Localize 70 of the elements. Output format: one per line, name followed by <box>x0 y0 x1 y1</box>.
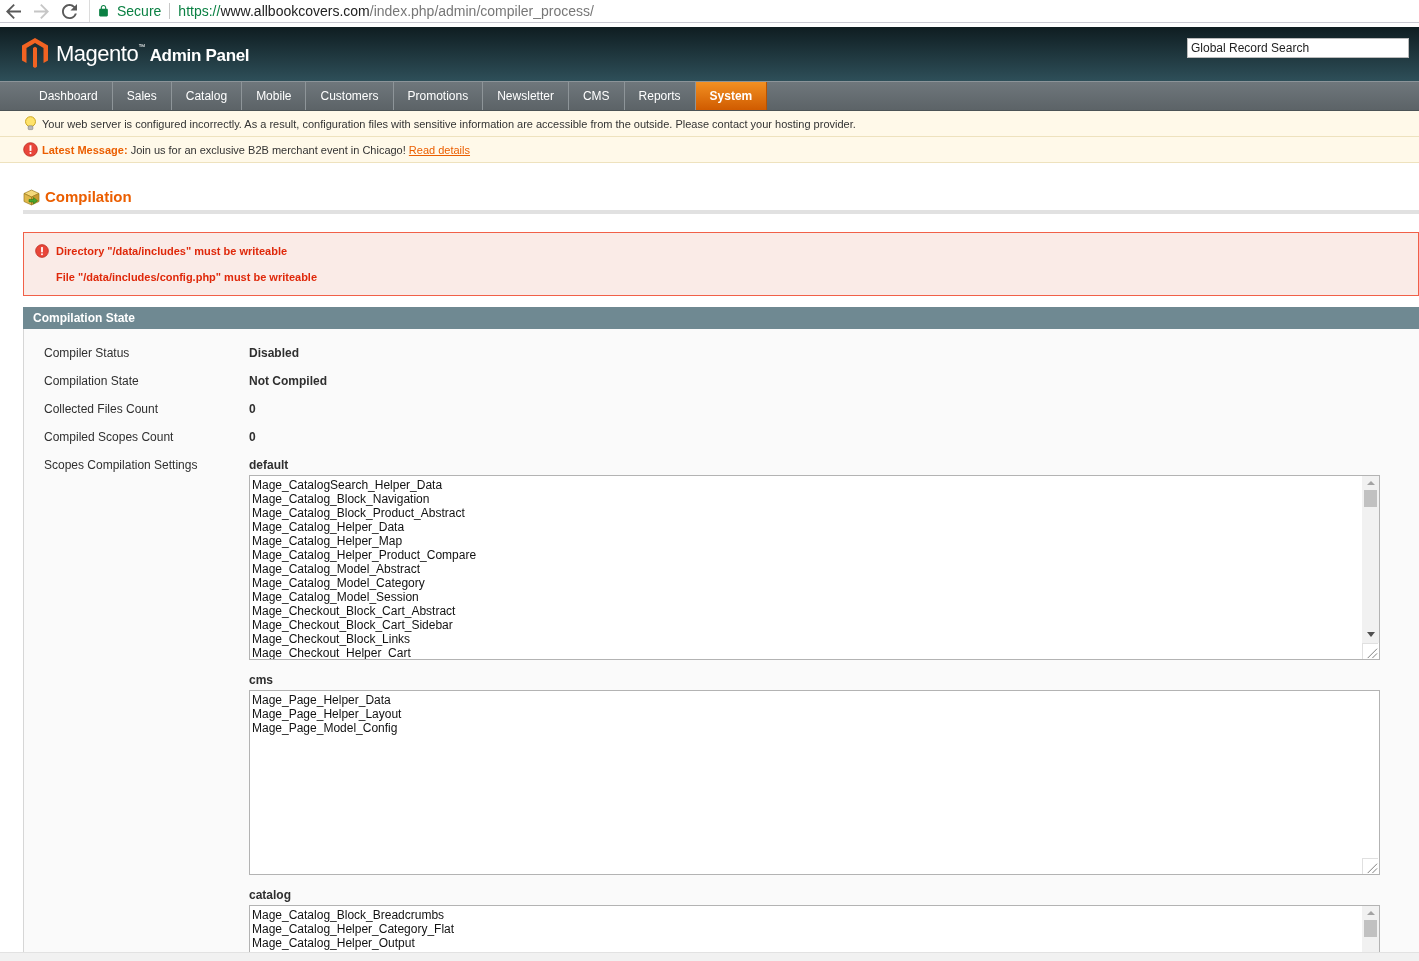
logo-subtitle: Admin Panel <box>149 45 250 66</box>
scrollbar[interactable] <box>1362 906 1379 952</box>
read-details-link[interactable]: Read details <box>408 143 470 156</box>
text-line: Mage_Page_Helper_Layout <box>252 707 402 721</box>
nav-tab[interactable]: Catalog <box>171 82 243 110</box>
nav-tab[interactable]: Reports <box>624 82 696 110</box>
lock-icon <box>99 5 108 17</box>
hexagon-logo-icon[interactable] <box>22 38 48 68</box>
nav-tab[interactable]: Sales <box>112 82 172 110</box>
text-area[interactable] <box>249 475 1380 660</box>
text-line: Mage_Page_Model_Config <box>252 721 398 735</box>
text-line: Mage_Catalog_Block_Breadcrumbs <box>252 908 445 922</box>
field-label: Collected Files Count <box>44 402 160 416</box>
error-icon <box>35 244 49 258</box>
nav-tab[interactable]: Promotions <box>393 82 484 110</box>
error-message: Directory "/data/includes" must be writeable <box>56 244 289 259</box>
field-label: Compiler Status <box>44 346 131 360</box>
scope-name: cms <box>249 672 274 689</box>
nav-tab[interactable]: Dashboard <box>25 82 113 110</box>
scrollbar[interactable] <box>0 952 1419 961</box>
text-line: Mage_Catalog_Block_Product_Abstract <box>252 506 465 520</box>
text-line: Mage_Catalog_Block_Navigation <box>252 492 430 506</box>
reload-icon[interactable] <box>62 3 77 19</box>
text-line: Mage_Catalog_Helper_Category_Flat <box>252 922 455 936</box>
logo-text: Magento$^{™}$ <box>56 41 145 67</box>
scope-name: catalog <box>249 887 291 904</box>
page-title: Compilation <box>45 187 132 207</box>
resize-grip-icon[interactable] <box>1362 643 1378 659</box>
text-line: Mage_Checkout_Block_Links <box>252 632 411 646</box>
text-line: Mage_Catalog_Helper_Output <box>252 936 415 950</box>
scope-name: default <box>249 457 289 474</box>
notice-text: Your web server is configured incorrectly. As a result, configuration files with sensitive information are accessible from the outside. Please contact your hosting provider. <box>42 117 856 130</box>
address-bar[interactable]: Secure https://www.allbookcovers.com/index.php/admin/compiler_process/ <box>89 0 1419 22</box>
text-line: Mage_Checkout_Helper_Cart <box>252 646 411 659</box>
field-value: Not Compiled <box>249 374 327 388</box>
exclamation-icon <box>23 142 38 157</box>
text-line: Mage_Checkout_Block_Cart_Sidebar <box>252 618 453 632</box>
text-line: Mage_Catalog_Helper_Map <box>252 534 403 548</box>
section-header: Compilation State <box>23 307 1419 329</box>
nav-tab[interactable]: CMS <box>568 82 625 110</box>
text-line: Mage_Page_Helper_Data <box>252 693 391 707</box>
field-label: Compiled Scopes Count <box>44 430 175 444</box>
text-line: Mage_Catalog_Model_Session <box>252 590 419 604</box>
field-label: Scopes Compilation Settings <box>44 457 199 474</box>
field-value: 0 <box>249 430 256 444</box>
field-label: Compilation State <box>44 374 140 388</box>
resize-grip-icon[interactable] <box>1362 858 1378 874</box>
text-line: Mage_Catalog_Model_Abstract <box>252 562 421 576</box>
notice-text: Latest Message: Join us for an exclusive B2B merchant event in Chicago! Read details <box>42 143 470 156</box>
text-line: Mage_CatalogSearch_Helper_Data <box>252 478 443 492</box>
text-line: Mage_Checkout_Block_Cart_Abstract <box>252 604 456 618</box>
field-value: Disabled <box>249 346 299 360</box>
nav-tab[interactable]: Mobile <box>242 82 307 110</box>
back-arrow-icon[interactable] <box>6 3 21 19</box>
scrollbar[interactable] <box>1362 476 1379 643</box>
text-area[interactable]: Mage_Catalog_Block_Breadcrumbs Mage_Catalog_Helper_Category_Flat Mage_Catalog_Helper_Output <box>249 905 1380 952</box>
field-value: 0 <box>249 402 256 416</box>
url-text[interactable]: https://www.allbookcovers.com/index.php/admin/compiler_process/ <box>178 3 594 19</box>
text-area[interactable]: Mage_Page_Helper_Data Mage_Page_Helper_Layout Mage_Page_Model_Config <box>249 690 1380 875</box>
package-icon <box>23 188 40 206</box>
text-line: Mage_Catalog_Helper_Data <box>252 520 405 534</box>
text-line: Mage_Catalog_Model_Category <box>252 576 425 590</box>
nav-tab[interactable]: Customers <box>306 82 394 110</box>
text-line: Mage_Catalog_Helper_Product_Compare <box>252 548 477 562</box>
nav-tab[interactable]: Newsletter <box>483 82 569 110</box>
lightbulb-icon <box>23 116 38 131</box>
nav-tab[interactable]: System <box>695 82 768 110</box>
error-message: File "/data/includes/config.php" must be writeable <box>56 270 318 285</box>
secure-label: Secure <box>117 3 162 19</box>
search-field[interactable]: Global Record Search <box>1187 38 1409 58</box>
